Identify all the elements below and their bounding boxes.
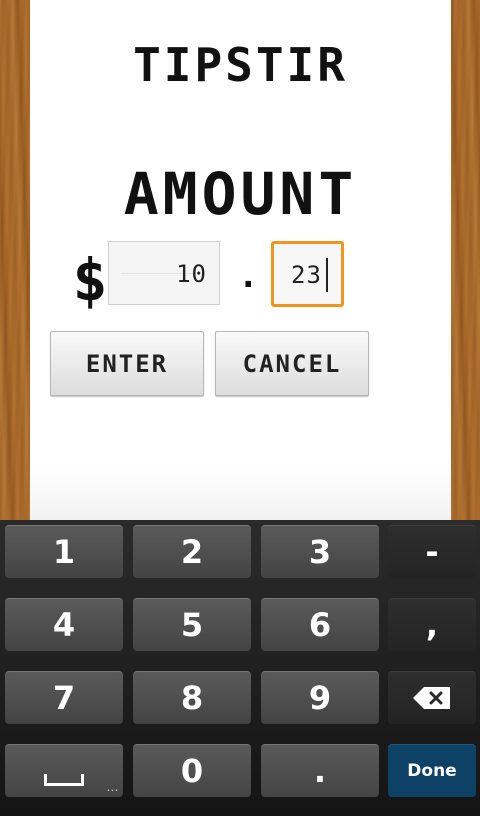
key-hint: ... — [106, 784, 119, 793]
dollars-value: 10 — [176, 260, 207, 288]
text-cursor — [326, 258, 328, 292]
done-button[interactable]: Done — [388, 744, 476, 797]
decimal-point: . — [238, 256, 259, 296]
cancel-button[interactable]: CANCEL — [215, 331, 369, 396]
key-6[interactable]: 6 — [261, 598, 379, 651]
cents-input[interactable]: 23 — [271, 241, 344, 307]
key-3[interactable]: 3 — [261, 525, 379, 578]
key-backspace[interactable] — [388, 671, 476, 724]
dollars-input[interactable]: 10 — [108, 241, 220, 305]
key-0[interactable]: 0 — [133, 744, 251, 797]
key-1[interactable]: 1 — [5, 525, 123, 578]
backspace-icon — [413, 687, 450, 709]
space-icon — [44, 774, 84, 786]
key-8[interactable]: 8 — [133, 671, 251, 724]
key-comma[interactable]: , — [388, 598, 476, 651]
panel-footer-shade — [30, 468, 451, 520]
amount-label: AMOUNT — [123, 160, 358, 228]
app-title: TIPSTIR — [133, 38, 348, 92]
key-7[interactable]: 7 — [5, 671, 123, 724]
cents-value: 23 — [291, 261, 322, 289]
key-2[interactable]: 2 — [133, 525, 251, 578]
key-9[interactable]: 9 — [261, 671, 379, 724]
key-minus[interactable]: - — [388, 525, 476, 578]
dollar-sign: $ — [72, 246, 108, 314]
key-5[interactable]: 5 — [133, 598, 251, 651]
enter-button[interactable]: ENTER — [50, 331, 204, 396]
key-space[interactable]: ... — [5, 744, 123, 797]
key-period[interactable]: . — [261, 744, 379, 797]
key-4[interactable]: 4 — [5, 598, 123, 651]
